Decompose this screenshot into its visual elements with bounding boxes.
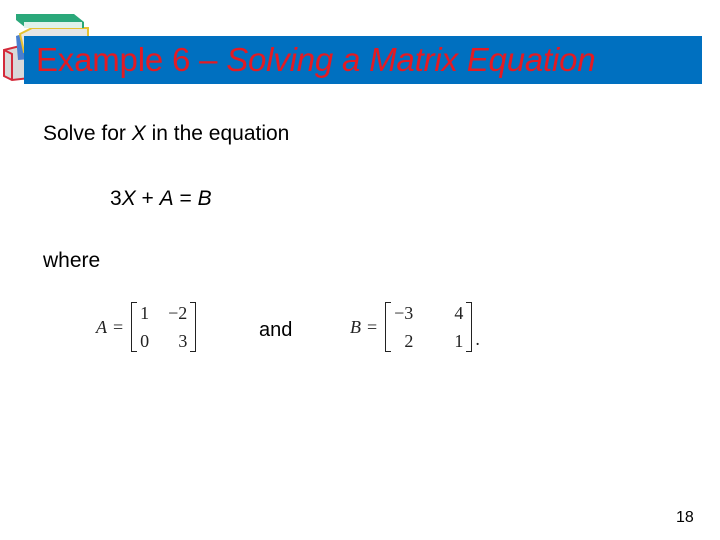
bracket-cap — [385, 302, 392, 303]
main-equation: 3X + A = B — [110, 186, 212, 212]
title-italic: Solving a Matrix Equation — [226, 41, 596, 78]
matrix-b-cell: 1 — [454, 331, 464, 351]
matrix-a-cell: −2 — [168, 303, 188, 323]
matrix-a-definition: A = 1 −2 0 3 — [96, 302, 197, 352]
bracket-cap — [466, 351, 473, 352]
matrix-b-cell: −3 — [394, 303, 414, 323]
equation-equals: = — [173, 187, 198, 210]
bracket-cap — [385, 351, 392, 352]
matrix-b-name: B — [350, 316, 361, 337]
bracket-cap — [131, 351, 138, 352]
equation-plus: + — [135, 187, 160, 210]
instruction-post: in the equation — [145, 122, 290, 145]
bracket-cap — [190, 351, 197, 352]
matrix-a-name: A — [96, 316, 107, 337]
matrix-b-cell: 4 — [454, 303, 464, 323]
slide: Example 6 – Solving a Matrix Equation So… — [0, 0, 720, 540]
where-label: where — [43, 249, 101, 272]
equation-var-x: X — [121, 187, 136, 210]
matrix-a-cell: 3 — [178, 331, 188, 351]
matrix-b-period: . — [475, 329, 480, 349]
matrix-b-cell: 2 — [404, 331, 414, 351]
matrix-a-cell: 0 — [140, 331, 150, 351]
bracket-cap — [190, 302, 197, 303]
title-prefix: Example 6 – — [36, 41, 227, 78]
page-number: 18 — [676, 509, 694, 526]
matrix-a: 1 −2 0 3 — [131, 302, 197, 352]
matrix-a-cell: 1 — [140, 303, 150, 323]
variable-x: X — [131, 122, 146, 145]
matrix-a-equals: = — [113, 316, 124, 337]
equation-coefficient: 3 — [110, 187, 122, 210]
equation-var-a: A — [159, 187, 174, 210]
slide-title: Example 6 – Solving a Matrix Equation — [36, 38, 596, 82]
matrix-b-definition: B = −3 4 2 1 . — [350, 302, 480, 352]
and-label: and — [259, 319, 293, 341]
bracket-cap — [466, 302, 473, 303]
matrix-b-equals: = — [367, 316, 378, 337]
equation-var-b: B — [197, 187, 212, 210]
bracket-cap — [131, 302, 138, 303]
instruction-text: Solve for X in the equation — [43, 121, 289, 147]
instruction-pre: Solve for — [43, 122, 132, 145]
matrix-b: −3 4 2 1 — [385, 302, 473, 352]
